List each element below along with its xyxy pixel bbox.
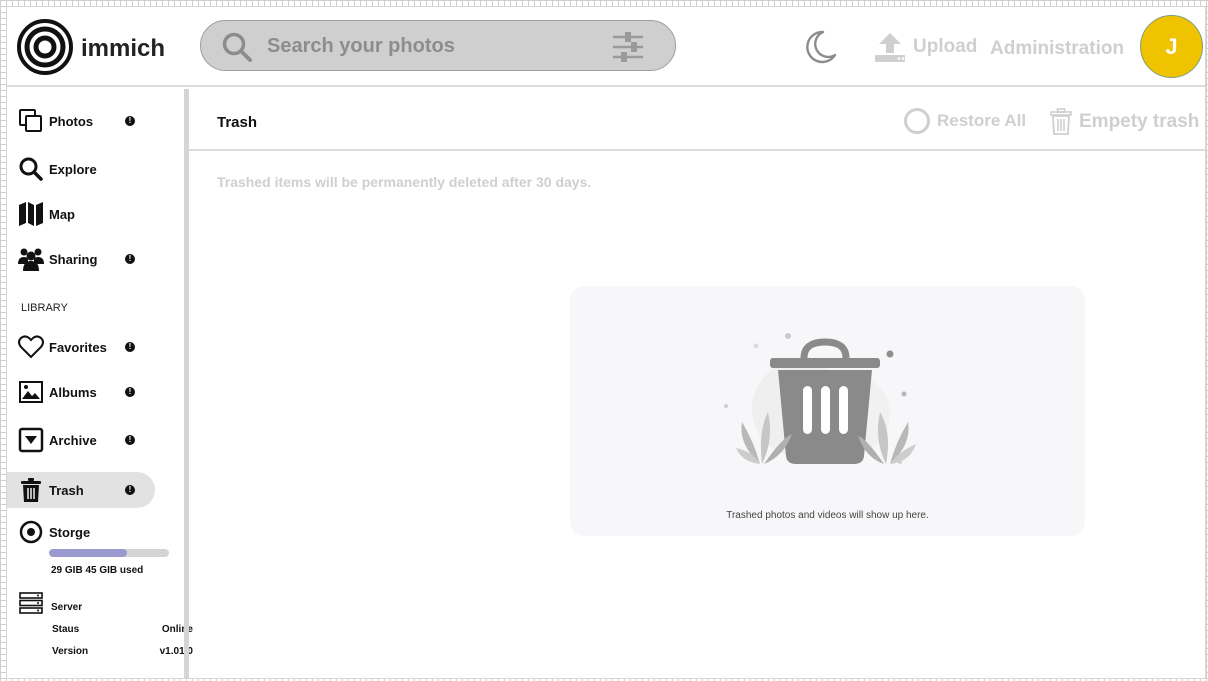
image-icon [19, 381, 43, 403]
sidebar-item-label: Sharing [49, 251, 98, 267]
info-badge-icon: ! [125, 435, 135, 445]
search-icon [19, 157, 43, 181]
restore-all-button[interactable]: Restore All [903, 107, 1026, 135]
sidebar-item-trash[interactable]: Trash ! [7, 472, 155, 508]
sidebar-item-label: Map [49, 206, 75, 222]
search-bar[interactable] [200, 20, 676, 71]
sidebar-item-storage: Storge [7, 514, 155, 550]
trash-icon [21, 478, 41, 502]
map-icon [19, 202, 43, 226]
sidebar-item-sharing[interactable]: Sharing ! [7, 241, 155, 277]
user-avatar[interactable]: J [1140, 15, 1203, 78]
sidebar-item-label: Archive [49, 432, 97, 448]
info-badge-icon: ! [125, 387, 135, 397]
storage-icon [19, 520, 43, 544]
top-bar: immich Search your photos Upload Adminis… [7, 7, 1205, 87]
sidebar-item-label: Albums [49, 384, 97, 400]
restore-circle-icon [904, 108, 930, 134]
server-version-key: Version [52, 646, 89, 657]
info-badge-icon: ! [125, 485, 135, 495]
page-title: Trash [217, 114, 258, 131]
sidebar-item-label: Trash [49, 482, 84, 498]
archive-icon [18, 427, 44, 453]
empty-state-text: Trashed photos and videos will show up h… [726, 510, 929, 521]
info-badge-icon: ! [125, 116, 135, 126]
empty-trash-illustration-icon [724, 333, 916, 464]
trash-retention-notice: Trashed items will be permanently delete… [217, 174, 592, 190]
library-section-label: LIBRARY [21, 302, 68, 314]
upload-label: Upload [913, 36, 978, 57]
immich-logo-icon[interactable] [17, 19, 73, 75]
sidebar-item-label: Photos [49, 113, 94, 129]
sidebar-item-label: Explore [49, 161, 97, 177]
server-label: Server [51, 602, 83, 613]
storage-usage-text: 29 GIB 45 GIB used [51, 565, 144, 576]
page-header: Trash Restore All Empety trash [189, 89, 1205, 151]
search-filter-icon[interactable] [611, 31, 645, 63]
search-icon[interactable] [221, 31, 253, 63]
sidebar-item-label: Favorites [49, 339, 107, 355]
heart-icon [18, 335, 44, 359]
sidebar-item-map[interactable]: Map [7, 196, 155, 232]
main-content: Trash Restore All Empety trash Trashed i… [189, 89, 1205, 678]
administration-link[interactable]: Administration [990, 38, 1124, 60]
info-badge-icon: ! [125, 254, 135, 264]
sidebar-item-favorites[interactable]: Favorites ! [7, 329, 155, 365]
server-icon [19, 592, 43, 614]
storage-usage-bar [49, 549, 169, 557]
storage-label: Storge [49, 524, 91, 540]
photos-icon [19, 109, 42, 132]
sidebar-item-photos[interactable]: Photos ! [7, 103, 155, 139]
empty-trash-button[interactable]: Empety trash [1049, 107, 1199, 137]
upload-icon [875, 33, 905, 62]
sidebar-item-albums[interactable]: Albums ! [7, 374, 155, 410]
people-icon [18, 248, 44, 271]
app-window: immich Search your photos Upload Adminis… [6, 6, 1206, 679]
sidebar-item-explore[interactable]: Explore [7, 151, 155, 187]
server-status-key: Staus [52, 624, 80, 635]
info-badge-icon: ! [125, 342, 135, 352]
empty-trash-label: Empety trash [1079, 111, 1200, 132]
trash-outline-icon [1050, 108, 1072, 135]
upload-button[interactable]: Upload [873, 29, 977, 65]
storage-usage-fill [49, 549, 127, 557]
sidebar-item-archive[interactable]: Archive ! [7, 422, 155, 458]
sidebar: Photos ! Explore Map Sharing ! LIBRARY F… [7, 89, 193, 678]
restore-all-label: Restore All [937, 111, 1027, 130]
search-input[interactable] [267, 32, 597, 60]
logo-text[interactable]: immich [81, 35, 165, 63]
theme-toggle-moon-icon[interactable] [803, 29, 837, 65]
empty-state-card: Trashed photos and videos will show up h… [570, 286, 1085, 536]
